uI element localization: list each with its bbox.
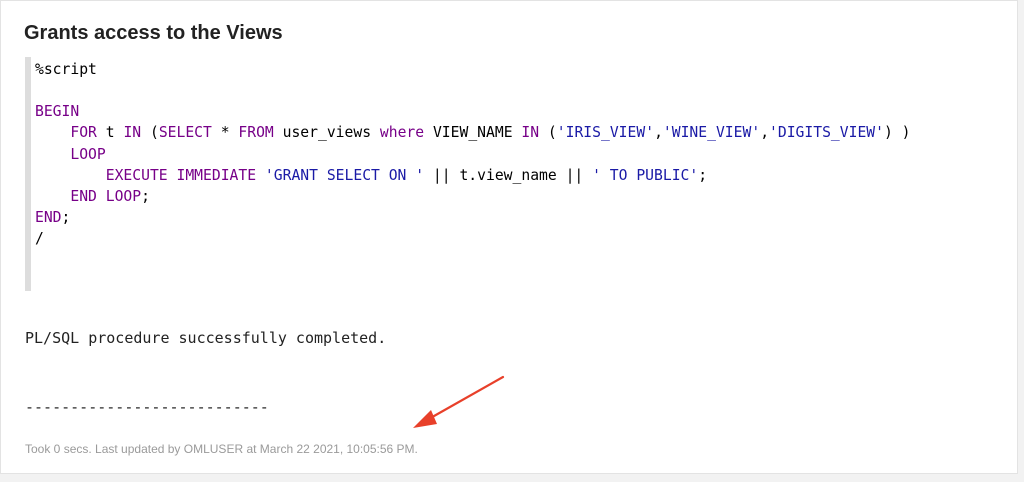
- code-line: EXECUTE IMMEDIATE 'GRANT SELECT ON ' || …: [35, 167, 707, 184]
- code-keyword: END: [35, 209, 62, 227]
- code-string: 'DIGITS_VIEW': [769, 124, 884, 142]
- code-string: 'WINE_VIEW': [662, 124, 761, 142]
- code-keyword: LOOP: [70, 145, 106, 163]
- code-text: ) ): [884, 124, 911, 142]
- annotation-arrow-icon: [413, 375, 505, 428]
- code-text: VIEW_NAME: [424, 124, 522, 142]
- code-keyword: where: [379, 124, 425, 142]
- code-line: /: [35, 230, 44, 247]
- code-text: ,: [654, 124, 663, 142]
- code-line: %script: [35, 61, 97, 78]
- code-line: END;: [35, 209, 70, 226]
- code-keyword: FOR: [70, 124, 97, 142]
- paragraph-title[interactable]: Grants access to the Views: [24, 22, 283, 45]
- code-text: || t.view_name ||: [424, 166, 593, 184]
- code-line: END LOOP;: [35, 188, 150, 205]
- code-string: 'IRIS_VIEW': [556, 124, 655, 142]
- code-line: BEGIN: [35, 103, 79, 120]
- code-text: ;: [61, 209, 71, 227]
- code-keyword: BEGIN: [35, 103, 80, 121]
- code-editor[interactable]: %script BEGIN FOR t IN (SELECT * FROM us…: [25, 57, 993, 291]
- code-text: *: [211, 124, 239, 142]
- code-keyword: EXECUTE IMMEDIATE: [105, 166, 257, 184]
- result-separator: ---------------------------: [25, 398, 269, 416]
- code-content[interactable]: %script BEGIN FOR t IN (SELECT * FROM us…: [35, 59, 911, 249]
- code-text: (: [141, 124, 159, 142]
- code-text: user_views: [273, 124, 380, 142]
- code-keyword: IN: [123, 124, 142, 142]
- code-keyword: SELECT: [158, 124, 212, 142]
- code-text: ;: [698, 166, 708, 184]
- code-line: LOOP: [35, 145, 106, 163]
- code-text: (: [539, 124, 557, 142]
- code-text: /: [35, 230, 44, 248]
- code-keyword: END LOOP: [70, 187, 142, 205]
- code-keyword: IN: [521, 124, 540, 142]
- result-output: PL/SQL procedure successfully completed.: [25, 329, 387, 347]
- code-line: FOR t IN (SELECT * FROM user_views where…: [35, 124, 911, 142]
- code-text: t: [96, 124, 124, 142]
- code-keyword: FROM: [238, 124, 274, 142]
- code-string: 'GRANT SELECT ON ': [264, 166, 425, 184]
- paragraph-footer-status: Took 0 secs. Last updated by OMLUSER at …: [25, 442, 418, 456]
- code-text: ,: [760, 124, 770, 142]
- code-string: ' TO PUBLIC': [592, 166, 699, 184]
- code-text: ;: [141, 187, 150, 205]
- code-text: %script: [35, 61, 97, 78]
